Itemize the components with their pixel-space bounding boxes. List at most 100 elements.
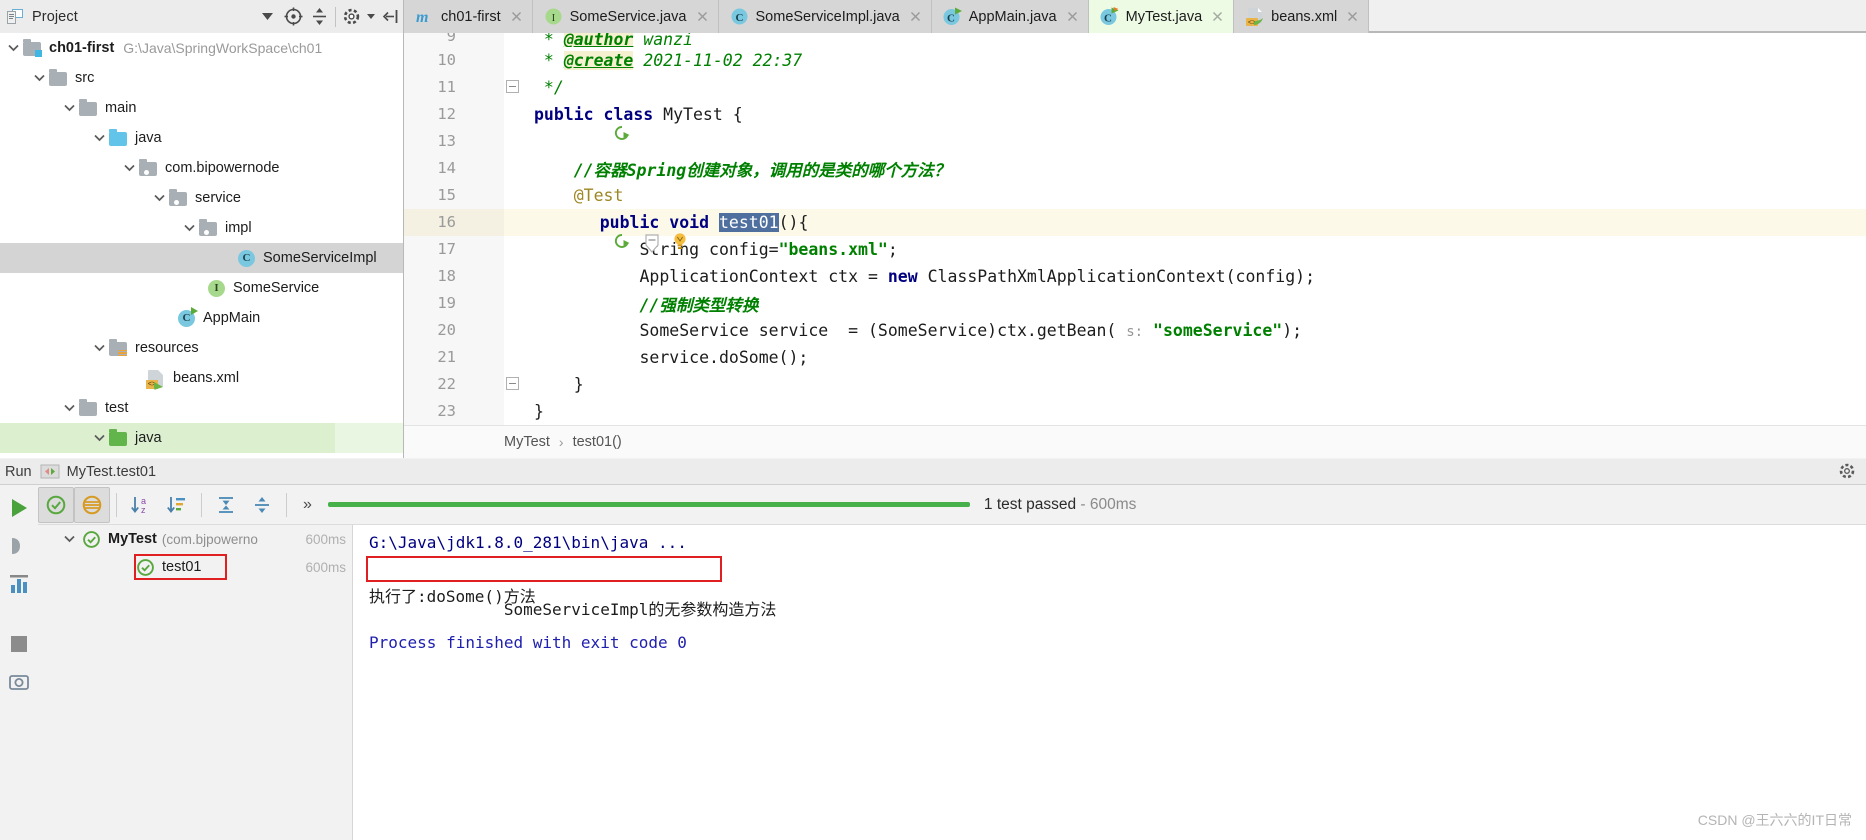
editor-tab-appmain[interactable]: C AppMain.java bbox=[931, 0, 1089, 33]
tab-strip-filler bbox=[1369, 0, 1866, 32]
chevron-down-icon[interactable] bbox=[120, 153, 138, 183]
tree-row-test[interactable]: test bbox=[0, 393, 403, 423]
test-passed-icon bbox=[136, 558, 155, 577]
chevron-down-icon[interactable] bbox=[4, 33, 22, 63]
chevron-down-icon[interactable] bbox=[150, 183, 168, 213]
svg-text:C: C bbox=[1104, 13, 1112, 25]
spring-xml-icon: <> bbox=[1245, 7, 1264, 27]
tree-row-impl[interactable]: impl bbox=[0, 213, 403, 243]
line-number: 12 bbox=[404, 101, 466, 128]
editor-tab-someservice[interactable]: I SomeService.java bbox=[532, 0, 719, 33]
test-results-tree[interactable]: MyTest (com.bjpowerno 600ms test01 600ms bbox=[38, 525, 353, 840]
tree-row-src[interactable]: src bbox=[0, 63, 403, 93]
console-line-boxed: SomeServiceImpl的无参数构造方法 bbox=[366, 556, 1866, 619]
tree-row-main[interactable]: main bbox=[0, 93, 403, 123]
close-icon[interactable] bbox=[1211, 10, 1224, 23]
status-duration: 600ms bbox=[1089, 495, 1137, 513]
editor-tab-ch01-first[interactable]: m ch01-first bbox=[404, 0, 533, 33]
code-text: SomeService service = (SomeService)ctx.g… bbox=[639, 321, 1303, 340]
close-icon[interactable] bbox=[909, 10, 922, 23]
fold-arrow-icon[interactable] bbox=[506, 215, 659, 253]
close-icon[interactable] bbox=[1066, 10, 1079, 23]
tree-row-java-test[interactable]: java bbox=[0, 423, 403, 453]
line-number: 9 bbox=[404, 33, 466, 47]
tree-row-someservice[interactable]: I SomeService bbox=[0, 273, 403, 303]
run-config-name[interactable]: MyTest.test01 bbox=[67, 464, 156, 480]
collapse-all-icon[interactable] bbox=[244, 487, 280, 523]
tree-row-resources[interactable]: resources bbox=[0, 333, 403, 363]
hide-panel-icon[interactable] bbox=[377, 0, 403, 33]
chevron-down-icon[interactable] bbox=[60, 393, 78, 423]
more-options-icon[interactable]: » bbox=[293, 496, 322, 514]
show-ignored-toggle[interactable] bbox=[74, 486, 110, 523]
code-line: 22 } bbox=[404, 371, 1866, 398]
run-config-icon[interactable] bbox=[40, 464, 60, 479]
chevron-down-icon[interactable] bbox=[90, 123, 108, 153]
test-tree-label: MyTest bbox=[108, 531, 157, 547]
tree-row-beans-xml[interactable]: <> beans.xml bbox=[0, 363, 403, 393]
editor-tab-label: SomeServiceImpl.java bbox=[755, 8, 900, 25]
code-line: 11 */ bbox=[404, 74, 1866, 101]
chevron-down-icon[interactable] bbox=[180, 213, 198, 243]
stop-icon[interactable] bbox=[3, 625, 35, 663]
chevron-down-icon[interactable] bbox=[60, 93, 78, 123]
intention-bulb-icon[interactable] bbox=[534, 213, 686, 249]
show-passed-toggle[interactable] bbox=[38, 486, 74, 523]
run-tool-window-header: Run MyTest.test01 bbox=[0, 459, 1866, 485]
idea-window: Project m ch01-first I SomeService.java … bbox=[0, 0, 1866, 840]
test-tree-row-mytest[interactable]: MyTest (com.bjpowerno 600ms bbox=[38, 525, 352, 553]
code-line: 12 public class MyTest { bbox=[404, 101, 1866, 140]
console-line[interactable]: G:\Java\jdk1.8.0_281\bin\java ... bbox=[369, 533, 1866, 558]
tree-row-path: G:\Java\SpringWorkSpace\ch01 bbox=[123, 40, 323, 56]
breadcrumb-class[interactable]: MyTest bbox=[504, 434, 550, 450]
run-class-gutter-icon[interactable] bbox=[475, 106, 630, 140]
chevron-down-icon[interactable] bbox=[30, 63, 48, 93]
close-icon[interactable] bbox=[1346, 10, 1359, 23]
close-icon[interactable] bbox=[696, 10, 709, 23]
debug-tool-icon[interactable] bbox=[3, 527, 35, 565]
line-number: 11 bbox=[404, 74, 466, 101]
console-output[interactable]: G:\Java\jdk1.8.0_281\bin\java ... SomeSe… bbox=[353, 525, 1866, 840]
settings-icon[interactable] bbox=[339, 0, 365, 33]
expand-all-icon[interactable] bbox=[208, 487, 244, 523]
project-tree[interactable]: ch01-first G:\Java\SpringWorkSpace\ch01 … bbox=[0, 33, 404, 458]
tree-row-label: beans.xml bbox=[173, 370, 240, 386]
folder-icon bbox=[78, 98, 99, 119]
collapse-all-icon[interactable] bbox=[306, 0, 332, 33]
editor-tab-someserviceimpl[interactable]: C SomeServiceImpl.java bbox=[718, 0, 932, 33]
chevron-down-icon[interactable] bbox=[90, 333, 108, 363]
gear-icon[interactable] bbox=[1838, 462, 1856, 480]
screenshot-icon[interactable] bbox=[3, 663, 35, 701]
chevron-down-icon[interactable] bbox=[90, 423, 108, 453]
fold-minus-icon[interactable] bbox=[506, 80, 519, 93]
tree-row-ch01-first[interactable]: ch01-first G:\Java\SpringWorkSpace\ch01 bbox=[0, 33, 403, 63]
sort-by-duration-icon[interactable] bbox=[159, 487, 195, 523]
svg-text:z: z bbox=[141, 505, 146, 515]
tree-row-someserviceimpl[interactable]: C SomeServiceImpl bbox=[0, 243, 403, 273]
editor-tab-label: ch01-first bbox=[441, 8, 501, 25]
package-icon bbox=[198, 218, 219, 239]
code-editor[interactable]: 9 * @author wanzi 10 * @create 2021-11-0… bbox=[404, 33, 1866, 458]
breadcrumb-method[interactable]: test01() bbox=[573, 434, 622, 450]
locate-icon[interactable] bbox=[280, 0, 306, 33]
editor-tab-mytest[interactable]: C MyTest.java bbox=[1088, 0, 1235, 33]
editor-tab-beans-xml[interactable]: <> beans.xml bbox=[1234, 0, 1370, 33]
watermark: CSDN @王六六的IT日常 bbox=[1697, 812, 1852, 828]
tree-row-service[interactable]: service bbox=[0, 183, 403, 213]
close-icon[interactable] bbox=[510, 10, 523, 23]
java-class-icon: C bbox=[730, 7, 749, 26]
run-icon[interactable] bbox=[3, 489, 35, 527]
chevron-down-small-icon[interactable] bbox=[365, 0, 377, 33]
line-number: 18 bbox=[404, 263, 466, 290]
test-tree-row-test01[interactable]: test01 600ms bbox=[38, 553, 352, 581]
tree-row-com-bipowernode[interactable]: com.bipowernode bbox=[0, 153, 403, 183]
tree-row-appmain[interactable]: C AppMain bbox=[0, 303, 403, 333]
code-area[interactable]: 9 * @author wanzi 10 * @create 2021-11-0… bbox=[404, 33, 1866, 425]
chevron-down-icon[interactable] bbox=[56, 525, 82, 553]
chevron-down-icon[interactable] bbox=[254, 0, 280, 33]
tree-row-java-main[interactable]: java bbox=[0, 123, 403, 153]
run-method-gutter-icon[interactable] bbox=[475, 214, 630, 248]
sort-alphabetically-icon[interactable]: az bbox=[123, 487, 159, 523]
profiler-tool-icon[interactable] bbox=[3, 565, 35, 603]
fold-minus-icon[interactable] bbox=[506, 377, 519, 390]
